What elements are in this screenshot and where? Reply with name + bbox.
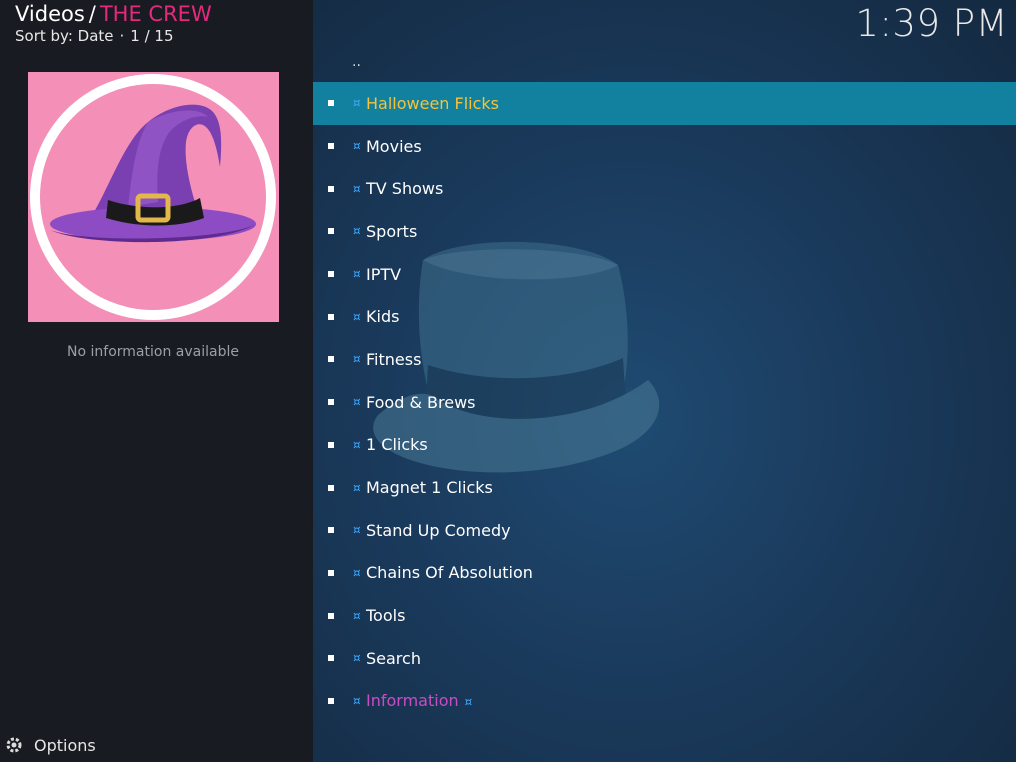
- currency-glyph-icon: ¤: [353, 523, 361, 538]
- directory-list: .. ¤ Halloween Flicks ¤ Movies ¤ TV Show…: [313, 42, 1016, 722]
- side-panel: Videos / THE CREW Sort by: Date · 1 / 15 No …: [0, 0, 313, 762]
- list-item[interactable]: ¤ Halloween Flicks: [313, 82, 1016, 125]
- bullet-icon: [328, 569, 334, 576]
- currency-glyph-icon: ¤: [353, 480, 361, 495]
- bullet-icon: [328, 143, 334, 150]
- list-item[interactable]: ¤ Chains Of Absolution: [313, 552, 1016, 595]
- currency-glyph-icon: ¤: [353, 96, 361, 111]
- list-item-label: Stand Up Comedy: [366, 520, 511, 540]
- gear-icon: [6, 737, 22, 753]
- list-item[interactable]: ¤ Kids: [313, 295, 1016, 338]
- currency-glyph-icon: ¤: [353, 693, 361, 708]
- currency-glyph-icon: ¤: [353, 352, 361, 367]
- list-item[interactable]: ¤ 1 Clicks: [313, 424, 1016, 467]
- list-item[interactable]: ¤ Magnet 1 Clicks: [313, 466, 1016, 509]
- currency-glyph-icon: ¤: [353, 437, 361, 452]
- options-label: Options: [34, 735, 96, 755]
- currency-glyph-icon: ¤: [353, 267, 361, 282]
- breadcrumb-separator: /: [88, 2, 96, 26]
- list-item-label: IPTV: [366, 264, 402, 284]
- bullet-icon: [328, 441, 334, 448]
- list-item-label: Halloween Flicks: [366, 93, 500, 113]
- parent-folder-item[interactable]: ..: [313, 42, 1016, 82]
- bullet-icon: [328, 271, 334, 278]
- addon-thumbnail: [28, 72, 279, 322]
- list-item[interactable]: ¤ Movies: [313, 125, 1016, 168]
- bullet-icon: [328, 527, 334, 534]
- witch-hat-icon: [30, 74, 276, 320]
- list-item-label: Fitness: [366, 349, 422, 369]
- currency-glyph-icon: ¤: [353, 608, 361, 623]
- list-item[interactable]: ¤ Information ¤: [313, 680, 1016, 723]
- bullet-icon: [328, 100, 334, 107]
- list-item-label: Magnet 1 Clicks: [366, 478, 493, 498]
- breadcrumb-section: Videos: [15, 2, 85, 26]
- currency-glyph-icon: ¤: [353, 651, 361, 666]
- sort-dot: ·: [119, 27, 125, 45]
- bullet-icon: [328, 484, 334, 491]
- list-item[interactable]: ¤ IPTV: [313, 253, 1016, 296]
- bullet-icon: [328, 313, 334, 320]
- item-position: 1 / 15: [130, 27, 174, 45]
- currency-glyph-icon: ¤: [353, 224, 361, 239]
- bullet-icon: [328, 356, 334, 363]
- no-info-message: No information available: [67, 344, 239, 360]
- bullet-icon: [328, 185, 334, 192]
- currency-glyph-icon: ¤: [353, 139, 361, 154]
- bullet-icon: [328, 612, 334, 619]
- sort-info: Sort by: Date · 1 / 15: [15, 27, 174, 45]
- list-item-label: Kids: [366, 307, 400, 327]
- bullet-icon: [328, 228, 334, 235]
- list-item-label: Search: [366, 648, 421, 668]
- clock: 1:39 PM: [855, 2, 1008, 45]
- list-item[interactable]: ¤ Fitness: [313, 338, 1016, 381]
- currency-glyph-icon: ¤: [353, 395, 361, 410]
- list-item-label: Food & Brews: [366, 392, 476, 412]
- list-item[interactable]: ¤ Sports: [313, 210, 1016, 253]
- list-item[interactable]: ¤ Tools: [313, 594, 1016, 637]
- list-item-label: 1 Clicks: [366, 435, 428, 455]
- list-item-label: Sports: [366, 221, 418, 241]
- information-label: Information: [366, 691, 459, 711]
- list-panel: 1:39 PM .. ¤ Halloween Flicks ¤ Movies ¤…: [313, 0, 1016, 762]
- sort-label: Sort by: Date: [15, 27, 114, 45]
- list-item[interactable]: ¤ Food & Brews: [313, 381, 1016, 424]
- list-item-label: Movies: [366, 136, 422, 156]
- breadcrumb-addon: THE CREW: [99, 2, 212, 26]
- list-item[interactable]: ¤ Stand Up Comedy: [313, 509, 1016, 552]
- list-item[interactable]: ¤ TV Shows: [313, 167, 1016, 210]
- bullet-icon: [328, 399, 334, 406]
- currency-glyph-icon: ¤: [353, 181, 361, 196]
- breadcrumb: Videos / THE CREW: [15, 2, 212, 26]
- list-item[interactable]: ¤ Search: [313, 637, 1016, 680]
- bullet-icon: [328, 655, 334, 662]
- currency-glyph-icon: ¤: [464, 695, 473, 710]
- options-button[interactable]: Options: [4, 734, 96, 756]
- bullet-icon: [328, 697, 334, 704]
- currency-glyph-icon: ¤: [353, 565, 361, 580]
- list-item-label: Tools: [366, 606, 406, 626]
- list-item-label: TV Shows: [366, 179, 444, 199]
- list-item-label: Chains Of Absolution: [366, 563, 533, 583]
- currency-glyph-icon: ¤: [353, 309, 361, 324]
- list-item-label: Information ¤: [366, 691, 472, 710]
